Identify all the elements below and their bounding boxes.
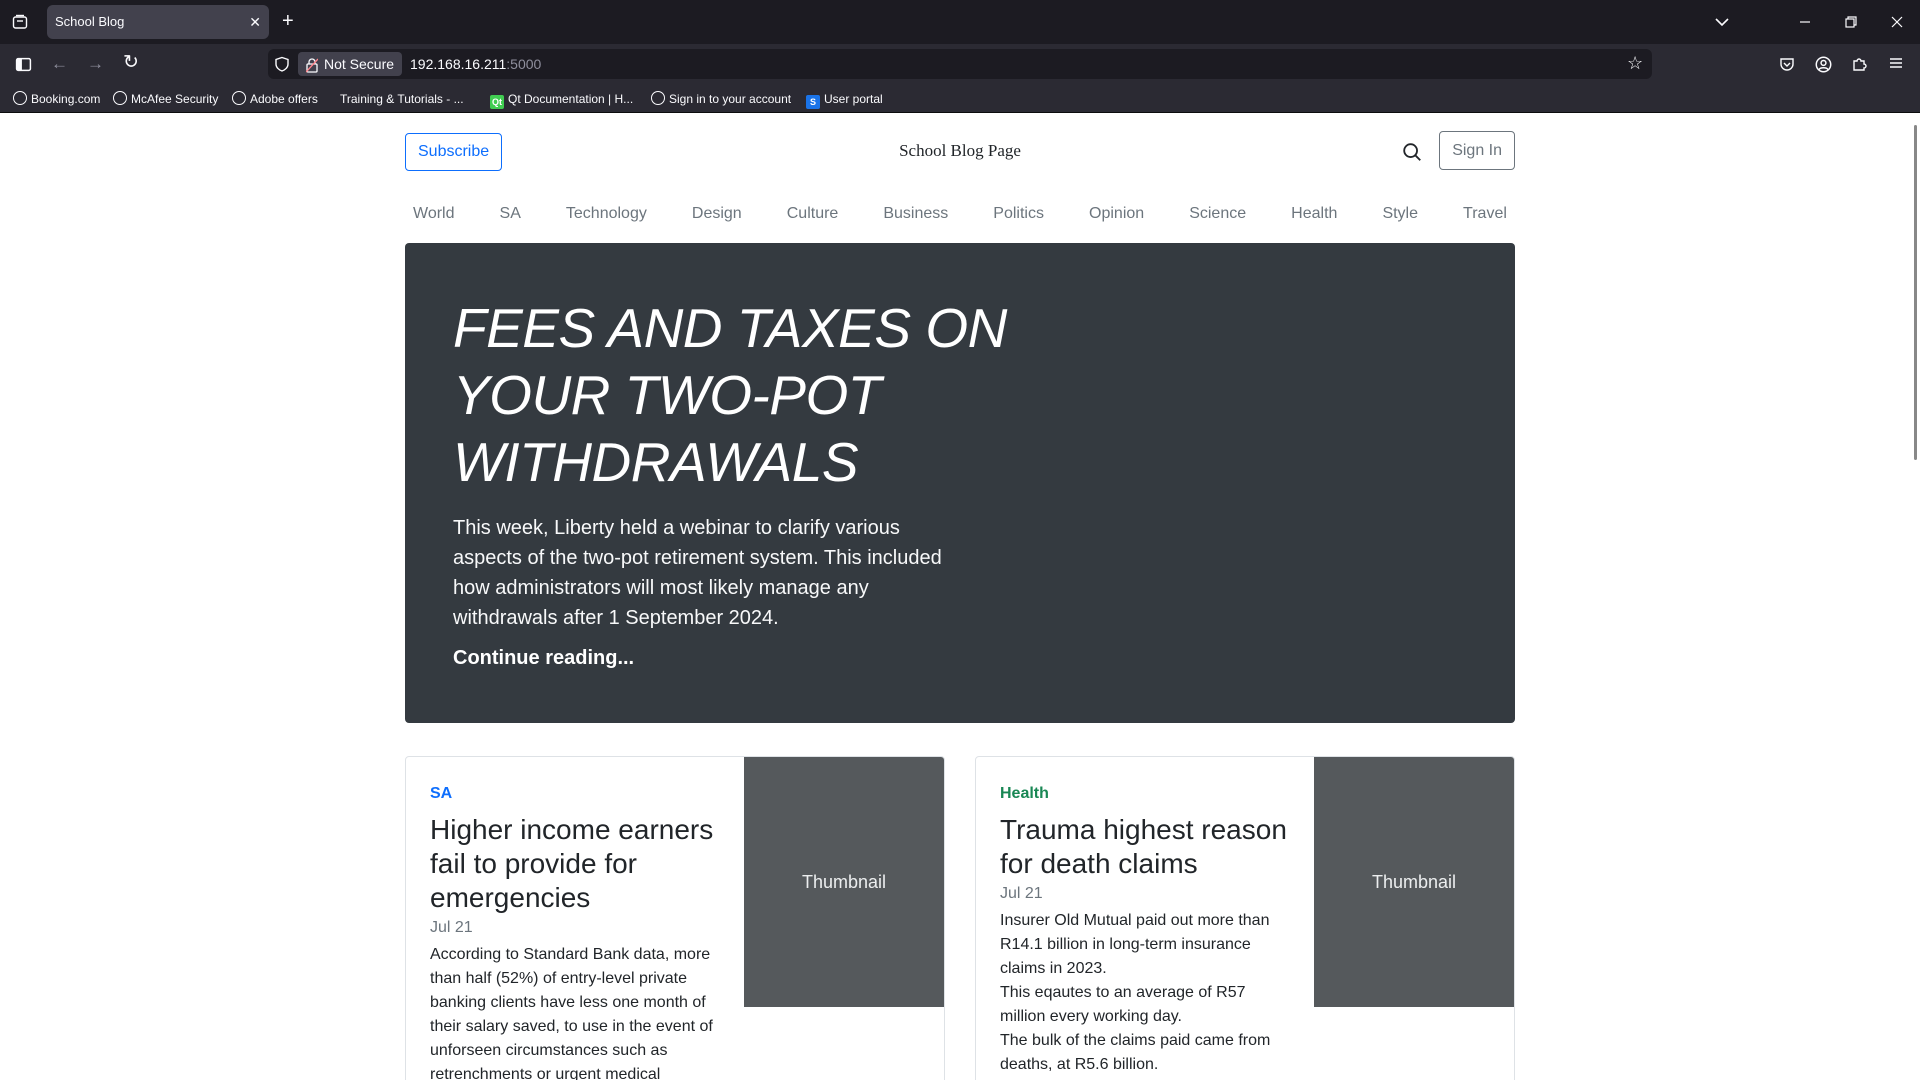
url-host: 192.168.16.211 — [410, 56, 507, 72]
close-icon[interactable] — [1889, 14, 1905, 34]
not-secure-label: Not Secure — [324, 56, 395, 72]
bookmark-training[interactable]: Training & Tutorials - ... — [332, 91, 464, 107]
navigation-toolbar: ← → ↻ Not Secure 192.168.16.211:5000 ☆ — [0, 44, 1920, 84]
featured-title: FEES AND TAXES ON YOUR TWO-POT WITHDRAWA… — [453, 297, 1007, 493]
new-tab-icon[interactable]: + — [282, 11, 294, 31]
card-text-line: This eqautes to an average of R57 millio… — [1000, 984, 1246, 1025]
back-icon[interactable]: ← — [51, 55, 68, 72]
bookmarks-toolbar: Booking.com McAfee Security Adobe offers… — [0, 84, 1920, 113]
thumbnail-label: Thumbnail — [1371, 871, 1457, 892]
globe-icon — [113, 91, 127, 105]
bookmark-label: Qt Documentation | H... — [508, 92, 634, 106]
bookmark-label: Sign in to your account — [669, 92, 792, 106]
star-icon[interactable]: ☆ — [1627, 54, 1643, 72]
restore-icon[interactable] — [1843, 14, 1859, 34]
category-nav: World SA Technology Design Culture Busin… — [405, 199, 1515, 229]
featured-lead: This week, Liberty held a webinar to cla… — [453, 517, 942, 629]
tab-title: School Blog — [55, 14, 125, 29]
extensions-icon[interactable] — [1851, 56, 1867, 75]
search-icon[interactable] — [1401, 141, 1423, 163]
sign-in-button[interactable]: Sign In — [1439, 131, 1515, 170]
minimize-icon[interactable] — [1797, 14, 1813, 34]
thumbnail-label: Thumbnail — [801, 871, 887, 892]
address-bar[interactable]: Not Secure 192.168.16.211:5000 ☆ — [268, 49, 1652, 79]
menu-icon[interactable] — [1888, 55, 1904, 74]
post-card: SA Higher income earners fail to provide… — [405, 756, 945, 1080]
globe-icon — [232, 91, 246, 105]
globe-icon — [13, 91, 27, 105]
bookmark-booking[interactable]: Booking.com — [13, 91, 100, 107]
not-secure-badge[interactable]: Not Secure — [298, 52, 403, 76]
forward-icon[interactable]: → — [87, 55, 104, 72]
site-title[interactable]: School Blog Page — [405, 141, 1515, 161]
post-card: Health Trauma highest reason for death c… — [975, 756, 1515, 1080]
chevron-down-icon[interactable] — [1714, 14, 1730, 34]
globe-icon — [651, 91, 665, 105]
bookmark-adobe[interactable]: Adobe offers — [232, 91, 318, 107]
portal-icon: S — [806, 95, 820, 109]
pocket-icon[interactable] — [1779, 56, 1795, 75]
featured-post: FEES AND TAXES ON YOUR TWO-POT WITHDRAWA… — [405, 243, 1515, 723]
card-text-line: The bulk of the claims paid came from de… — [1000, 1032, 1271, 1073]
nav-technology[interactable]: Technology — [566, 199, 647, 229]
card-thumbnail: Thumbnail — [1314, 757, 1514, 1007]
qt-icon: Qt — [490, 95, 504, 109]
continue-reading-link[interactable]: Continue reading... — [453, 647, 634, 670]
card-date: Jul 21 — [430, 919, 473, 936]
url-port: :5000 — [506, 56, 542, 72]
nav-sa[interactable]: SA — [500, 199, 521, 229]
nav-world[interactable]: World — [413, 199, 455, 229]
account-icon[interactable] — [1815, 56, 1832, 76]
lock-icon — [305, 56, 319, 80]
nav-business[interactable]: Business — [883, 199, 948, 229]
nav-culture[interactable]: Culture — [787, 199, 839, 229]
blank-icon — [332, 91, 336, 105]
browser-tab[interactable]: School Blog ✕ — [47, 5, 269, 39]
url-text[interactable]: 192.168.16.211:5000 — [410, 49, 541, 79]
card-category: Health — [1000, 785, 1049, 802]
card-text-line: Insurer Old Mutual paid out more than R1… — [1000, 912, 1270, 977]
bookmark-label: Adobe offers — [250, 92, 318, 106]
nav-travel[interactable]: Travel — [1463, 199, 1507, 229]
bookmark-label: McAfee Security — [131, 92, 219, 106]
nav-health[interactable]: Health — [1291, 199, 1337, 229]
card-category: SA — [430, 785, 453, 802]
bookmark-label: Training & Tutorials - ... — [340, 92, 464, 106]
tab-list-icon[interactable] — [12, 14, 28, 34]
reload-icon[interactable]: ↻ — [123, 53, 139, 72]
web-page: Subscribe School Blog Page Sign In World… — [0, 113, 1920, 1080]
sidebar-icon[interactable] — [15, 56, 32, 76]
bookmark-mcafee[interactable]: McAfee Security — [113, 91, 218, 107]
card-text: Insurer Old Mutual paid out more than R1… — [1000, 909, 1290, 1077]
card-date: Jul 21 — [1000, 885, 1043, 902]
bookmark-qt-docs[interactable]: Qt Qt Documentation | H... — [490, 91, 633, 109]
nav-style[interactable]: Style — [1382, 199, 1418, 229]
blog-header: Subscribe School Blog Page Sign In — [405, 113, 1515, 193]
bookmark-sign-in[interactable]: Sign in to your account — [651, 91, 791, 107]
nav-opinion[interactable]: Opinion — [1089, 199, 1144, 229]
scrollbar[interactable] — [1914, 125, 1917, 460]
bookmark-label: Booking.com — [31, 92, 101, 106]
card-title: Higher income earners fail to provide fo… — [430, 814, 714, 913]
card-text: According to Standard Bank data, more th… — [430, 946, 713, 1080]
nav-design[interactable]: Design — [692, 199, 742, 229]
card-thumbnail: Thumbnail — [744, 757, 944, 1007]
card-title: Trauma highest reason for death claims — [1000, 814, 1287, 879]
bookmark-label: User portal — [824, 92, 883, 106]
close-tab-icon[interactable]: ✕ — [249, 5, 261, 39]
shield-icon[interactable] — [274, 56, 290, 75]
bookmark-user-portal[interactable]: S User portal — [806, 91, 883, 109]
nav-politics[interactable]: Politics — [993, 199, 1044, 229]
tab-strip: School Blog ✕ + — [0, 0, 1920, 44]
nav-science[interactable]: Science — [1189, 199, 1246, 229]
